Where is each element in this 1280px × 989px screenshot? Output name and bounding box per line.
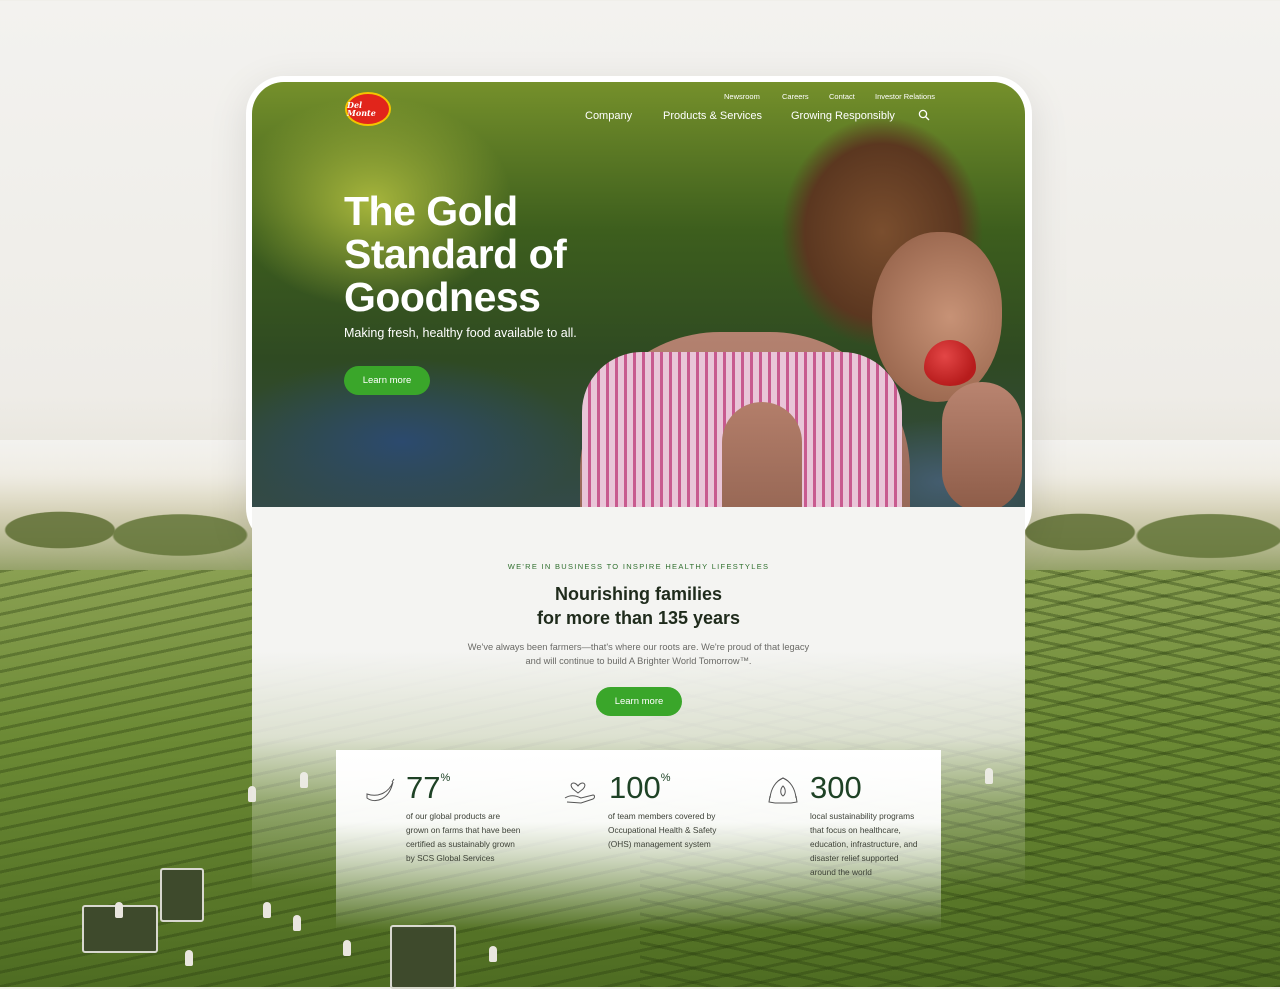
strawberry — [924, 340, 976, 386]
child-arm — [942, 382, 1022, 507]
field-worker — [115, 902, 123, 918]
nav-growing-responsibly[interactable]: Growing Responsibly — [791, 110, 895, 122]
hand-heart-icon — [564, 782, 595, 804]
nav-products-services[interactable]: Products & Services — [663, 110, 762, 122]
nav-contact[interactable]: Contact — [829, 92, 855, 101]
brand-logo[interactable]: Del Monte — [345, 92, 391, 126]
stat-description: local sustainability programs that focus… — [810, 811, 918, 877]
nav-newsroom[interactable]: Newsroom — [724, 92, 760, 101]
nav-careers[interactable]: Careers — [782, 92, 809, 101]
banana-icon — [366, 778, 395, 802]
hero-title-line: Goodness — [344, 274, 541, 320]
intro-learn-more-button[interactable]: Learn more — [596, 687, 682, 716]
logo-text: Del Monte — [347, 100, 376, 118]
stat-value: 100% — [609, 770, 671, 805]
intro-heading-line: Nourishing families — [554, 584, 723, 604]
hero-title: The Gold Standard of Goodness — [344, 190, 604, 319]
stat-value: 300 — [810, 770, 862, 805]
tractor — [160, 868, 204, 922]
field-worker — [185, 950, 193, 966]
intro-heading-line: for more than 135 years — [536, 608, 741, 628]
dress-cutout — [722, 402, 802, 507]
stat-description: of our global products are grown on farm… — [406, 811, 521, 863]
intro-heading: Nourishing families for more than 135 ye… — [252, 582, 1025, 630]
stat-value: 77% — [406, 770, 451, 805]
hero-learn-more-button[interactable]: Learn more — [344, 366, 430, 395]
nav-investor-relations[interactable]: Investor Relations — [875, 92, 935, 101]
nav-company[interactable]: Company — [585, 110, 632, 122]
intro-body: We've always been farmers—that's where o… — [467, 642, 810, 666]
hero-title-line: Standard of — [344, 231, 567, 277]
search-icon[interactable] — [918, 109, 930, 121]
intro-eyebrow: WE'RE IN BUSINESS TO INSPIRE HEALTHY LIF… — [507, 562, 770, 571]
recycle-leaf-icon — [768, 777, 798, 804]
stat-description: of team members covered by Occupational … — [608, 811, 717, 849]
hero-subtitle: Making fresh, healthy food available to … — [344, 326, 577, 340]
hero-title-line: The Gold — [344, 188, 518, 234]
